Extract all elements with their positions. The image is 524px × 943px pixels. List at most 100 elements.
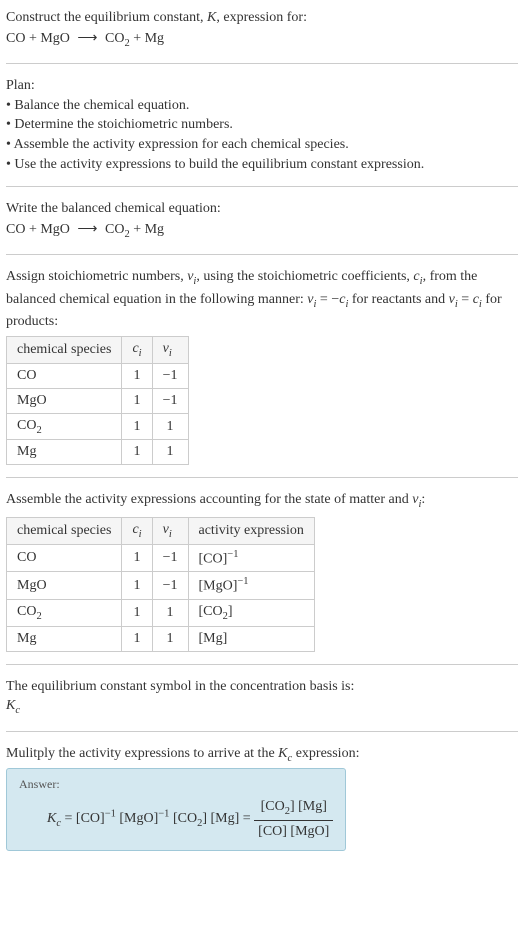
activity-table: chemical species ci νi activity expressi…	[6, 517, 315, 652]
cell-species: Mg	[7, 626, 122, 651]
th-ci: ci	[122, 336, 152, 363]
eq-rhs-mg: + Mg	[130, 222, 164, 237]
term-co-sup: −1	[105, 809, 116, 820]
stoich-text: Assign stoichiometric numbers, νi, using…	[6, 267, 518, 332]
divider	[6, 731, 518, 732]
plan-item: • Determine the stoichiometric numbers.	[6, 115, 518, 135]
th-species: chemical species	[7, 336, 122, 363]
frac-num: [CO2] [Mg]	[254, 796, 333, 821]
answer-label: Answer:	[19, 777, 333, 792]
k-symbol: K	[207, 10, 216, 25]
table-row: CO2 1 1 [CO2]	[7, 600, 315, 627]
table-row: CO2 1 1	[7, 413, 189, 440]
table-header-row: chemical species ci νi	[7, 336, 189, 363]
cell-ci: 1	[122, 600, 152, 627]
cell-nui: 1	[152, 600, 188, 627]
table-row: MgO 1 −1	[7, 388, 189, 413]
c-sub: c	[15, 705, 20, 716]
th-species: chemical species	[7, 517, 122, 544]
eq-lhs: CO + MgO	[6, 31, 70, 46]
plan-section: Plan: • Balance the chemical equation. •…	[6, 76, 518, 174]
intro-text-b: , expression for:	[216, 10, 307, 25]
intro-text-a: Construct the equilibrium constant,	[6, 10, 207, 25]
plan-item: • Use the activity expressions to build …	[6, 155, 518, 175]
answer-equation: Kc = [CO]−1 [MgO]−1 [CO2] [Mg] = [CO2] […	[19, 796, 333, 842]
cell-nui: −1	[152, 363, 188, 388]
cell-nui: 1	[152, 440, 188, 465]
term-rest: ] [Mg] =	[202, 811, 254, 826]
stoich-eq1-eq: = −	[316, 292, 339, 307]
stoich-section: Assign stoichiometric numbers, νi , using…	[6, 267, 518, 465]
k-symbol: K	[47, 811, 56, 826]
cell-species: CO	[7, 363, 122, 388]
th-nui: νi	[152, 336, 188, 363]
cell-nui: −1	[152, 544, 188, 572]
multiply-text-a: Mulitply the activity expressions to arr…	[6, 746, 278, 761]
cell-species: MgO	[7, 388, 122, 413]
table-row: MgO 1 −1 [MgO]−1	[7, 572, 315, 600]
stoich-text-d: for reactants and	[348, 292, 448, 307]
stoich-text-b: , using the stoichiometric coefficients,	[196, 269, 413, 284]
k-symbol: K	[6, 698, 15, 713]
stoich-text-a: Assign stoichiometric numbers,	[6, 269, 187, 284]
intro-section: Construct the equilibrium constant, K, e…	[6, 8, 518, 51]
symbol-section: The equilibrium constant symbol in the c…	[6, 677, 518, 719]
fraction: [CO2] [Mg][CO] [MgO]	[254, 796, 333, 842]
activity-section: Assemble the activity expressions accoun…	[6, 490, 518, 651]
answer-box: Answer: Kc = [CO]−1 [MgO]−1 [CO2] [Mg] =…	[6, 768, 346, 851]
cell-ci: 1	[122, 572, 152, 600]
activity-text-b: :	[421, 492, 425, 507]
plan-item: • Balance the chemical equation.	[6, 96, 518, 116]
stoich-eq2-eq: =	[458, 292, 473, 307]
th-nui: νi	[152, 517, 188, 544]
divider	[6, 186, 518, 187]
cell-expr: [MgO]−1	[188, 572, 314, 600]
activity-text-a: Assemble the activity expressions accoun…	[6, 492, 412, 507]
balanced-section: Write the balanced chemical equation: CO…	[6, 199, 518, 242]
k-symbol: K	[278, 746, 287, 761]
cell-ci: 1	[122, 544, 152, 572]
plan-heading: Plan:	[6, 76, 518, 96]
cell-nui: −1	[152, 572, 188, 600]
cell-ci: 1	[122, 626, 152, 651]
cell-nui: 1	[152, 413, 188, 440]
eq-rhs-co2: CO	[105, 222, 124, 237]
cell-expr: [Mg]	[188, 626, 314, 651]
th-ci: ci	[122, 517, 152, 544]
cell-ci: 1	[122, 413, 152, 440]
intro-text: Construct the equilibrium constant, K, e…	[6, 8, 518, 28]
multiply-text-b: expression:	[292, 746, 359, 761]
arrow-icon: ⟶	[73, 219, 101, 240]
cell-species: CO2	[7, 600, 122, 627]
eq-rhs-co2: CO	[105, 31, 124, 46]
multiply-text: Mulitply the activity expressions to arr…	[6, 744, 518, 766]
table-row: CO 1 −1	[7, 363, 189, 388]
th-activity: activity expression	[188, 517, 314, 544]
divider	[6, 63, 518, 64]
eq-rhs-mg: + Mg	[130, 31, 164, 46]
stoich-table: chemical species ci νi CO 1 −1 MgO 1 −1 …	[6, 336, 189, 466]
intro-equation: CO + MgO ⟶ CO2 + Mg	[6, 28, 518, 52]
term-mgo-sup: −1	[158, 809, 169, 820]
plan-item: • Assemble the activity expression for e…	[6, 135, 518, 155]
cell-ci: 1	[122, 388, 152, 413]
table-row: CO 1 −1 [CO]−1	[7, 544, 315, 572]
table-row: Mg 1 1 [Mg]	[7, 626, 315, 651]
cell-expr: [CO]−1	[188, 544, 314, 572]
eq-lhs: CO + MgO	[6, 222, 70, 237]
symbol-text: The equilibrium constant symbol in the c…	[6, 677, 518, 697]
cell-expr: [CO2]	[188, 600, 314, 627]
balanced-equation: CO + MgO ⟶ CO2 + Mg	[6, 219, 518, 243]
table-row: Mg 1 1	[7, 440, 189, 465]
divider	[6, 477, 518, 478]
balanced-heading: Write the balanced chemical equation:	[6, 199, 518, 219]
kc-symbol: Kc	[6, 696, 518, 718]
activity-text: Assemble the activity expressions accoun…	[6, 490, 518, 512]
cell-ci: 1	[122, 363, 152, 388]
divider	[6, 664, 518, 665]
cell-nui: 1	[152, 626, 188, 651]
frac-den: [CO] [MgO]	[254, 821, 333, 842]
term-co: [CO]	[76, 811, 105, 826]
divider	[6, 254, 518, 255]
arrow-icon: ⟶	[73, 28, 101, 49]
